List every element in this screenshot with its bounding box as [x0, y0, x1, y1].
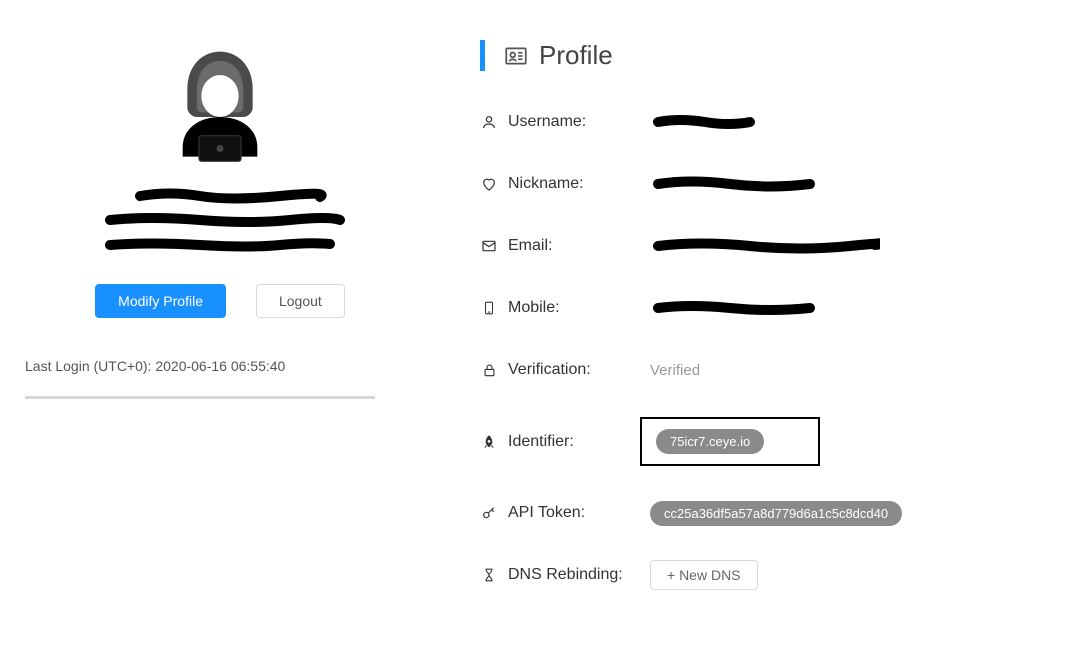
- user-icon: [480, 114, 498, 130]
- identifier-highlight-box: 75icr7.ceye.io: [640, 417, 820, 466]
- field-dns-rebinding: DNS Rebinding: + New DNS: [480, 560, 1050, 590]
- mobile-value-redacted: [650, 298, 830, 318]
- avatar-container: [30, 40, 410, 180]
- username-label: Username:: [508, 113, 586, 131]
- key-icon: [480, 505, 498, 521]
- hourglass-icon: [480, 567, 498, 583]
- heart-icon: [480, 176, 498, 192]
- last-login-text: Last Login (UTC+0): 2020-06-16 06:55:40: [25, 358, 410, 386]
- rocket-icon: [480, 434, 498, 450]
- field-verification: Verification: Verified: [480, 355, 1050, 385]
- mobile-icon: [480, 299, 498, 317]
- username-value-redacted: [650, 113, 830, 131]
- modify-profile-button[interactable]: Modify Profile: [95, 284, 226, 318]
- divider: [25, 396, 375, 399]
- dns-rebinding-label: DNS Rebinding:: [508, 566, 623, 584]
- mail-icon: [480, 238, 498, 254]
- profile-actions: Modify Profile Logout: [30, 284, 410, 318]
- profile-header: Profile: [480, 40, 1050, 71]
- avatar-hacker-icon: [150, 40, 290, 180]
- field-identifier: Identifier: 75icr7.ceye.io: [480, 417, 1050, 466]
- field-mobile: Mobile:: [480, 293, 1050, 323]
- identifier-value[interactable]: 75icr7.ceye.io: [656, 429, 764, 454]
- verification-value: Verified: [650, 362, 700, 379]
- field-api-token: API Token: cc25a36df5a57a8d779d6a1c5c8dc…: [480, 498, 1050, 528]
- api-token-value[interactable]: cc25a36df5a57a8d779d6a1c5c8dcd40: [650, 501, 902, 526]
- field-email: Email:: [480, 231, 1050, 261]
- new-dns-button[interactable]: + New DNS: [650, 560, 758, 590]
- avatar-caption-redacted: [30, 188, 410, 254]
- email-label: Email:: [508, 237, 552, 255]
- email-value-redacted: [650, 235, 880, 257]
- left-panel: Modify Profile Logout Last Login (UTC+0)…: [30, 40, 450, 622]
- profile-page: Modify Profile Logout Last Login (UTC+0)…: [0, 0, 1080, 662]
- profile-details: Profile Username: Nickname:: [450, 40, 1050, 622]
- field-nickname: Nickname:: [480, 169, 1050, 199]
- id-card-icon: [503, 43, 529, 69]
- profile-title: Profile: [539, 40, 613, 71]
- redaction-scribble: [100, 188, 340, 204]
- nickname-value-redacted: [650, 174, 830, 194]
- api-token-label: API Token:: [508, 504, 585, 522]
- verification-label: Verification:: [508, 361, 591, 379]
- logout-button[interactable]: Logout: [256, 284, 345, 318]
- lock-icon: [480, 362, 498, 378]
- field-username: Username:: [480, 107, 1050, 137]
- mobile-label: Mobile:: [508, 299, 560, 317]
- identifier-label: Identifier:: [508, 433, 574, 451]
- redaction-scribble: [100, 236, 340, 254]
- redaction-scribble: [90, 210, 350, 230]
- nickname-label: Nickname:: [508, 175, 584, 193]
